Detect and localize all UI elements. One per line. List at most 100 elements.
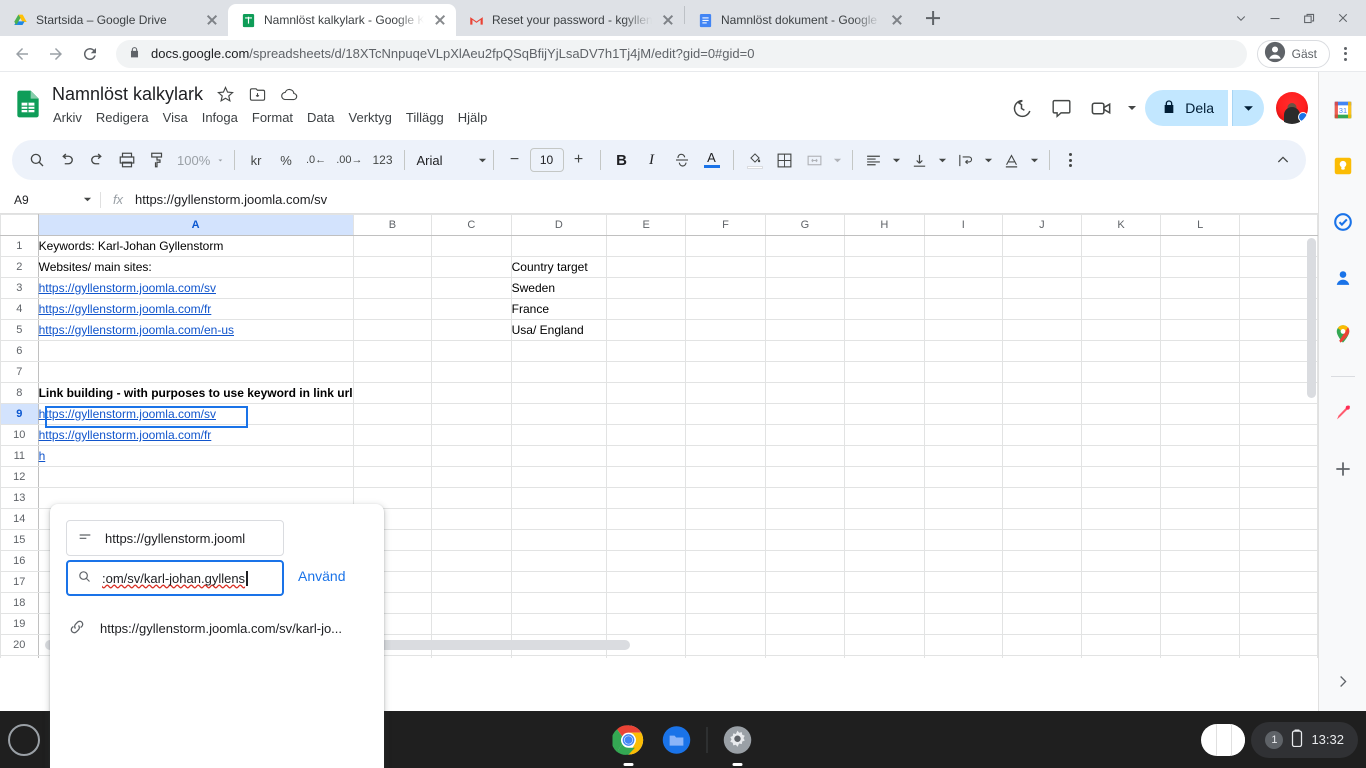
cell-G6[interactable] (764, 340, 846, 362)
row-header-9[interactable]: 9 (0, 403, 39, 425)
cell-D3[interactable]: Sweden (510, 277, 608, 299)
decrease-decimal-button[interactable]: .0← (301, 145, 331, 175)
undo-icon[interactable] (52, 145, 82, 175)
menu-format[interactable]: Format (245, 107, 300, 128)
cell-F18[interactable] (685, 592, 766, 614)
vertical-align-dropdown-icon[interactable] (935, 145, 951, 175)
column-header-m[interactable] (1239, 214, 1318, 236)
cell-I13[interactable] (923, 487, 1003, 509)
cell-I18[interactable] (923, 592, 1003, 614)
increase-font-size-button[interactable]: + (564, 145, 594, 175)
google-tasks-icon[interactable] (1323, 202, 1363, 242)
system-tray[interactable]: 1 13:32 (1251, 721, 1358, 758)
column-header-g[interactable]: G (764, 214, 846, 236)
cell-I8[interactable] (923, 382, 1003, 404)
cell-B2[interactable] (352, 256, 433, 278)
cell-D12[interactable] (510, 466, 608, 488)
more-formats-button[interactable]: 123 (367, 145, 397, 175)
text-rotation-icon[interactable] (997, 145, 1027, 175)
cell-J1[interactable] (1001, 235, 1082, 257)
cell-H3[interactable] (844, 277, 925, 299)
row-header-4[interactable]: 4 (0, 298, 39, 320)
cell-L14[interactable] (1160, 508, 1241, 530)
row-header-11[interactable]: 11 (0, 445, 39, 467)
cell-F10[interactable] (685, 424, 766, 446)
row-header-2[interactable]: 2 (0, 256, 39, 278)
vertical-scroll-thumb[interactable] (1307, 238, 1316, 398)
get-addons-plus-icon[interactable] (1323, 449, 1363, 489)
cell-G7[interactable] (764, 361, 846, 383)
row-header-20[interactable]: 20 (0, 634, 39, 656)
google-keep-icon[interactable] (1323, 146, 1363, 186)
cell-M10[interactable] (1239, 424, 1318, 446)
cell-L8[interactable] (1160, 382, 1241, 404)
back-icon[interactable] (8, 40, 36, 68)
cell-I3[interactable] (923, 277, 1003, 299)
cell-F1[interactable] (685, 235, 766, 257)
search-icon[interactable] (22, 145, 52, 175)
cell-L10[interactable] (1160, 424, 1241, 446)
cell-H4[interactable] (844, 298, 925, 320)
close-icon[interactable] (432, 12, 448, 28)
text-wrap-dropdown-icon[interactable] (981, 145, 997, 175)
cell-K14[interactable] (1080, 508, 1162, 530)
addon-icon[interactable] (1323, 393, 1363, 433)
browser-tab-2[interactable]: Reset your password - kgyllensto (456, 4, 684, 36)
cell-I11[interactable] (923, 445, 1003, 467)
cell-F6[interactable] (685, 340, 766, 362)
cell-G19[interactable] (764, 613, 846, 635)
cell-K1[interactable] (1080, 235, 1162, 257)
cell-H8[interactable] (844, 382, 925, 404)
cell-A10[interactable]: https://gyllenstorm.joomla.com/fr (37, 424, 354, 446)
browser-tab-1[interactable]: Namnlöst kalkylark - Google Kal (228, 4, 456, 36)
row-header-13[interactable]: 13 (0, 487, 39, 509)
close-icon[interactable] (204, 12, 220, 28)
cell-J2[interactable] (1001, 256, 1082, 278)
cell-G11[interactable] (764, 445, 846, 467)
cell-M5[interactable] (1239, 319, 1318, 341)
cloud-saved-icon[interactable] (279, 85, 299, 105)
borders-icon[interactable] (770, 145, 800, 175)
cell-A2[interactable]: Websites/ main sites: (37, 256, 354, 278)
menu-tillagg[interactable]: Tillägg (399, 107, 451, 128)
cell-F17[interactable] (685, 571, 766, 593)
cell-M1[interactable] (1239, 235, 1318, 257)
cell-I14[interactable] (923, 508, 1003, 530)
cell-M2[interactable] (1239, 256, 1318, 278)
cell-B8[interactable] (352, 382, 433, 404)
cell-J16[interactable] (1001, 550, 1082, 572)
cell-B12[interactable] (352, 466, 433, 488)
cell-B6[interactable] (352, 340, 433, 362)
cell-D14[interactable] (510, 508, 608, 530)
cell-C7[interactable] (431, 361, 512, 383)
window-preview-thumbnail[interactable] (1201, 723, 1246, 756)
cell-J8[interactable] (1001, 382, 1082, 404)
cell-H6[interactable] (844, 340, 925, 362)
row-header-1[interactable]: 1 (0, 235, 39, 257)
cell-D13[interactable] (510, 487, 608, 509)
cell-E7[interactable] (606, 361, 687, 383)
row-header-15[interactable]: 15 (0, 529, 39, 551)
cell-G2[interactable] (764, 256, 846, 278)
cell-K7[interactable] (1080, 361, 1162, 383)
cell-C10[interactable] (431, 424, 512, 446)
cell-A12[interactable] (37, 466, 354, 488)
close-icon[interactable] (889, 12, 905, 28)
cell-L11[interactable] (1160, 445, 1241, 467)
cell-J18[interactable] (1001, 592, 1082, 614)
version-history-icon[interactable] (1003, 90, 1039, 126)
cell-D2[interactable]: Country target (510, 256, 608, 278)
google-maps-icon[interactable] (1323, 314, 1363, 354)
bold-button[interactable]: B (607, 145, 637, 175)
cell-E8[interactable] (606, 382, 687, 404)
cell-M8[interactable] (1239, 382, 1318, 404)
cell-C2[interactable] (431, 256, 512, 278)
cell-J4[interactable] (1001, 298, 1082, 320)
cell-K18[interactable] (1080, 592, 1162, 614)
cell-F19[interactable] (685, 613, 766, 635)
cell-L19[interactable] (1160, 613, 1241, 635)
cell-H16[interactable] (844, 550, 925, 572)
row-header-19[interactable]: 19 (0, 613, 39, 635)
cell-C14[interactable] (431, 508, 512, 530)
cell-E6[interactable] (606, 340, 687, 362)
